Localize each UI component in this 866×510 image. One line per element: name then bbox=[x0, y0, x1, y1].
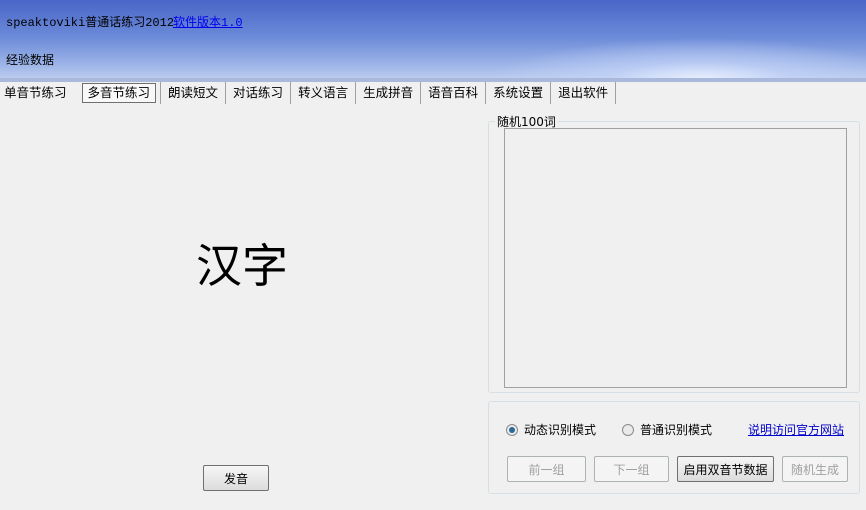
tab-generate-pinyin[interactable]: 生成拼音 bbox=[356, 82, 422, 104]
help-website-link[interactable]: 说明访问官方网站 bbox=[748, 421, 844, 438]
header-banner: speaktoviki普通话练习2012 软件版本1.0 经验数据 bbox=[0, 0, 866, 82]
radio-unchecked-icon bbox=[622, 423, 634, 436]
tab-phonetics-wiki[interactable]: 语音百科 bbox=[421, 82, 487, 104]
radio-dynamic-mode[interactable]: 动态识别模式 bbox=[506, 421, 596, 438]
experience-label: 经验数据 bbox=[6, 53, 55, 67]
tab-settings[interactable]: 系统设置 bbox=[486, 82, 552, 104]
tab-dialogue[interactable]: 对话练习 bbox=[226, 82, 292, 104]
random-generate-button[interactable]: 随机生成 bbox=[782, 456, 848, 482]
random-words-list[interactable] bbox=[504, 128, 847, 388]
enable-disyllable-button[interactable]: 启用双音节数据 bbox=[677, 456, 774, 482]
pronounce-button[interactable]: 发音 bbox=[203, 465, 269, 491]
tab-escape-language[interactable]: 转义语言 bbox=[291, 82, 357, 104]
prev-group-button[interactable]: 前一组 bbox=[507, 456, 586, 482]
tab-single-syllable[interactable]: 单音节练习 bbox=[0, 82, 74, 104]
radio-normal-mode[interactable]: 普通识别模式 bbox=[622, 421, 712, 438]
tab-multi-syllable[interactable]: 多音节练习 bbox=[81, 83, 157, 103]
tab-exit[interactable]: 退出软件 bbox=[551, 82, 617, 104]
tab-bar: 单音节练习 多音节练习 朗读短文 对话练习 转义语言 生成拼音 语音百科 系统设… bbox=[0, 82, 617, 104]
tab-read-passage[interactable]: 朗读短文 bbox=[160, 82, 227, 104]
app-title: speaktoviki普通话练习2012 bbox=[6, 16, 175, 30]
hanzi-display: 汉字 bbox=[196, 239, 288, 293]
version-link[interactable]: 软件版本1.0 bbox=[173, 13, 243, 30]
radio-checked-icon bbox=[506, 423, 518, 436]
next-group-button[interactable]: 下一组 bbox=[594, 456, 669, 482]
